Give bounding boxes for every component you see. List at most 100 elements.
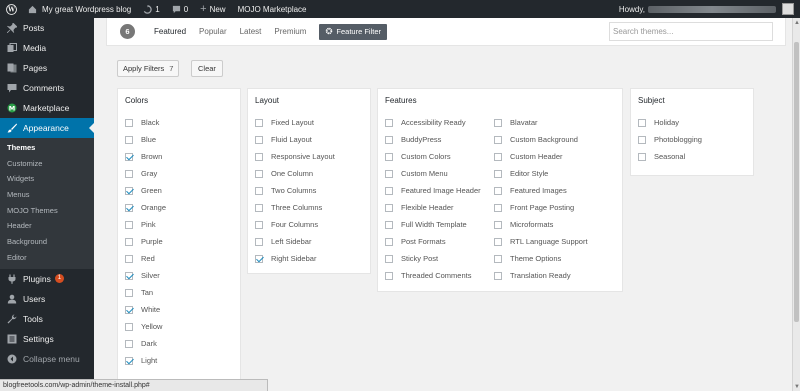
checkbox[interactable] (638, 152, 646, 161)
scroll-up-arrow-icon[interactable]: ▲ (793, 18, 800, 27)
filter-option-black[interactable]: Black (118, 114, 240, 131)
submenu-menus[interactable]: Menus (0, 187, 94, 203)
submenu-themes[interactable]: Themes (0, 140, 94, 156)
filter-option-blavatar[interactable]: Blavatar (487, 114, 617, 131)
checkbox[interactable] (125, 203, 133, 212)
filter-option-gray[interactable]: Gray (118, 165, 240, 182)
filter-option-one-column[interactable]: One Column (248, 165, 370, 182)
updates-link[interactable]: 1 (137, 0, 165, 18)
submenu-editor[interactable]: Editor (0, 250, 94, 266)
checkbox[interactable] (385, 152, 393, 161)
filter-option-fluid-layout[interactable]: Fluid Layout (248, 131, 370, 148)
checkbox[interactable] (494, 135, 502, 144)
filter-option-orange[interactable]: Orange (118, 199, 240, 216)
filter-option-light[interactable]: Light (118, 352, 240, 369)
sidebar-item-appearance[interactable]: Appearance (0, 118, 94, 138)
filter-option-rtl-language-support[interactable]: RTL Language Support (487, 233, 617, 250)
filter-option-custom-menu[interactable]: Custom Menu (378, 165, 487, 182)
checkbox[interactable] (385, 169, 393, 178)
sidebar-item-tools[interactable]: Tools (0, 309, 94, 329)
checkbox[interactable] (255, 118, 263, 127)
checkbox[interactable] (255, 203, 263, 212)
submenu-background[interactable]: Background (0, 234, 94, 250)
filter-option-two-columns[interactable]: Two Columns (248, 182, 370, 199)
checkbox[interactable] (255, 152, 263, 161)
feature-filter-button[interactable]: Feature Filter (319, 23, 388, 40)
checkbox[interactable] (494, 271, 502, 280)
filter-option-threaded-comments[interactable]: Threaded Comments (378, 267, 487, 284)
submenu-widgets[interactable]: Widgets (0, 171, 94, 187)
filter-option-three-columns[interactable]: Three Columns (248, 199, 370, 216)
filter-option-translation-ready[interactable]: Translation Ready (487, 267, 617, 284)
checkbox[interactable] (125, 186, 133, 195)
scrollbar-thumb[interactable] (794, 42, 799, 322)
filter-option-featured-image-header[interactable]: Featured Image Header (378, 182, 487, 199)
submenu-mojo-themes[interactable]: MOJO Themes (0, 203, 94, 219)
checkbox[interactable] (255, 220, 263, 229)
checkbox[interactable] (125, 322, 133, 331)
filter-option-left-sidebar[interactable]: Left Sidebar (248, 233, 370, 250)
filter-option-front-page-posting[interactable]: Front Page Posting (487, 199, 617, 216)
tab-popular[interactable]: Popular (199, 27, 227, 36)
filter-option-tan[interactable]: Tan (118, 284, 240, 301)
checkbox[interactable] (255, 135, 263, 144)
comments-link[interactable]: 0 (166, 0, 194, 18)
checkbox[interactable] (385, 186, 393, 195)
checkbox[interactable] (385, 237, 393, 246)
account-menu[interactable]: Howdy, (619, 3, 800, 15)
filter-option-white[interactable]: White (118, 301, 240, 318)
checkbox[interactable] (385, 203, 393, 212)
checkbox[interactable] (125, 152, 133, 161)
apply-filters-button[interactable]: Apply Filters 7 (117, 60, 180, 77)
filter-option-pink[interactable]: Pink (118, 216, 240, 233)
checkbox[interactable] (125, 254, 133, 263)
filter-option-green[interactable]: Green (118, 182, 240, 199)
filter-option-blue[interactable]: Blue (118, 131, 240, 148)
checkbox[interactable] (638, 135, 646, 144)
checkbox[interactable] (385, 254, 393, 263)
filter-option-holiday[interactable]: Holiday (631, 114, 753, 131)
checkbox[interactable] (385, 220, 393, 229)
scroll-down-arrow-icon[interactable]: ▼ (793, 382, 800, 391)
submenu-customize[interactable]: Customize (0, 156, 94, 172)
checkbox[interactable] (494, 237, 502, 246)
avatar[interactable] (782, 3, 794, 15)
filter-option-yellow[interactable]: Yellow (118, 318, 240, 335)
submenu-header[interactable]: Header (0, 218, 94, 234)
checkbox[interactable] (494, 152, 502, 161)
checkbox[interactable] (255, 254, 263, 263)
checkbox[interactable] (125, 356, 133, 365)
collapse-menu-button[interactable]: Collapse menu (0, 349, 94, 369)
checkbox[interactable] (125, 339, 133, 348)
filter-option-responsive-layout[interactable]: Responsive Layout (248, 148, 370, 165)
filter-option-flexible-header[interactable]: Flexible Header (378, 199, 487, 216)
new-content-link[interactable]: + New (194, 0, 231, 18)
filter-option-photoblogging[interactable]: Photoblogging (631, 131, 753, 148)
tab-featured[interactable]: Featured (154, 27, 186, 36)
checkbox[interactable] (385, 118, 393, 127)
checkbox[interactable] (255, 237, 263, 246)
page-scrollbar[interactable]: ▲ ▼ (792, 18, 800, 391)
search-themes-input[interactable]: Search themes... (609, 22, 773, 41)
sidebar-item-media[interactable]: Media (0, 38, 94, 58)
checkbox[interactable] (125, 118, 133, 127)
checkbox[interactable] (125, 237, 133, 246)
checkbox[interactable] (494, 169, 502, 178)
mojo-marketplace-link[interactable]: MOJO Marketplace (232, 0, 313, 18)
filter-option-silver[interactable]: Silver (118, 267, 240, 284)
checkbox[interactable] (385, 135, 393, 144)
filter-option-custom-background[interactable]: Custom Background (487, 131, 617, 148)
filter-option-purple[interactable]: Purple (118, 233, 240, 250)
sidebar-item-posts[interactable]: Posts (0, 18, 94, 38)
checkbox[interactable] (494, 118, 502, 127)
sidebar-item-marketplace[interactable]: M Marketplace (0, 98, 94, 118)
filter-option-post-formats[interactable]: Post Formats (378, 233, 487, 250)
checkbox[interactable] (494, 220, 502, 229)
sidebar-item-settings[interactable]: Settings (0, 329, 94, 349)
checkbox[interactable] (494, 254, 502, 263)
sidebar-item-users[interactable]: Users (0, 289, 94, 309)
filter-option-right-sidebar[interactable]: Right Sidebar (248, 250, 370, 267)
clear-filters-button[interactable]: Clear (191, 60, 223, 77)
filter-option-sticky-post[interactable]: Sticky Post (378, 250, 487, 267)
checkbox[interactable] (125, 135, 133, 144)
